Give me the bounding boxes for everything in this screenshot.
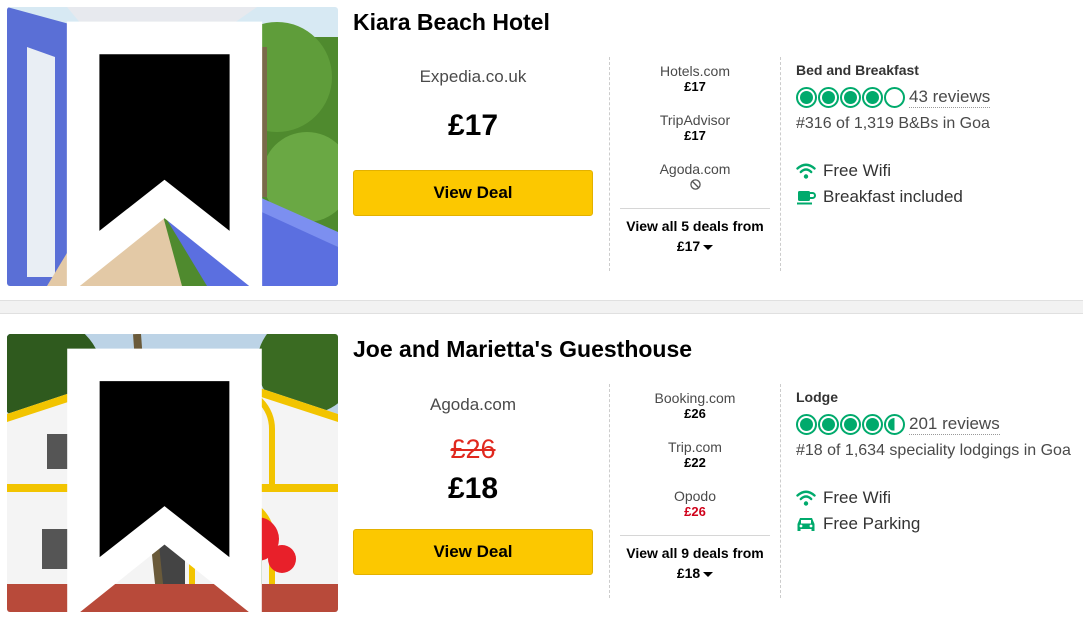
amenities: Free Wifi Free Parking	[796, 485, 1081, 537]
offer-provider: Hotels.com	[659, 63, 731, 79]
offer-provider: Agoda.com	[659, 161, 731, 177]
main-offer: Expedia.co.uk £17 View Deal	[353, 66, 593, 216]
offer-item[interactable]: Hotels.com £17	[620, 63, 770, 112]
offer-item[interactable]: Booking.com £26	[620, 390, 770, 439]
hotel-card: Joe and Marietta's Guesthouse Agoda.com …	[0, 314, 1083, 619]
view-all-deals-link[interactable]: View all 9 deals from £18	[620, 543, 770, 583]
view-deal-button[interactable]: View Deal	[353, 170, 593, 216]
other-offers: Hotels.com £17 TripAdvisor £17 Agoda.com…	[620, 63, 770, 256]
reviews-link[interactable]: 43 reviews	[909, 87, 991, 108]
main-price: £17	[447, 109, 499, 142]
divider	[620, 535, 770, 536]
offer-price: £17	[684, 128, 706, 143]
offer-price: £26	[684, 504, 706, 519]
rating-bubble-empty	[884, 86, 905, 108]
bookmark-icon[interactable]	[7, 17, 330, 286]
rating-bubble-full	[862, 86, 883, 108]
view-all-text: View all 9 deals from	[626, 545, 764, 561]
view-all-deals-link[interactable]: View all 5 deals from £17	[620, 216, 770, 256]
card-separator	[0, 300, 1083, 314]
ranking-text: #18 of 1,634 speciality lodgings in Goa	[796, 442, 1071, 459]
main-provider: Expedia.co.uk	[419, 67, 527, 86]
offer-item[interactable]: Opodo £26	[620, 488, 770, 537]
divider	[780, 57, 781, 271]
rating-bubbles	[796, 86, 905, 108]
hotel-info: Bed and Breakfast 43 reviews #316 of 1,3…	[796, 62, 1081, 210]
property-type: Lodge	[796, 389, 838, 405]
rating-bubble-full	[862, 413, 883, 435]
amenity-label: Free Wifi	[823, 161, 891, 180]
view-all-price: £17	[676, 238, 701, 254]
offer-price: £17	[684, 79, 706, 94]
hotel-name[interactable]: Kiara Beach Hotel	[353, 9, 550, 36]
offer-provider: Trip.com	[668, 439, 722, 455]
hotel-card: Kiara Beach Hotel Expedia.co.uk £17 View…	[0, 0, 1083, 300]
offer-item[interactable]: Trip.com £22	[620, 439, 770, 488]
hotel-photo[interactable]	[7, 334, 338, 612]
divider	[609, 57, 610, 271]
view-all-price: £18	[676, 565, 701, 581]
offer-provider: Opodo	[673, 488, 717, 504]
no-entry-icon	[689, 179, 701, 190]
main-provider: Agoda.com	[430, 395, 516, 414]
rating-bubble-half	[884, 413, 905, 435]
coffee-cup-icon	[797, 191, 816, 205]
reviews-link[interactable]: 201 reviews	[909, 414, 1000, 435]
bookmark-icon[interactable]	[7, 344, 330, 612]
rating-row: 43 reviews	[796, 84, 1081, 110]
rating-bubbles	[796, 413, 905, 435]
hotel-info: Lodge 201 reviews #18 of 1,634 specialit…	[796, 389, 1081, 537]
rating-bubble-full	[796, 86, 817, 108]
offer-item[interactable]: Agoda.com	[620, 161, 770, 210]
amenity-label: Breakfast included	[823, 187, 963, 206]
view-deal-button[interactable]: View Deal	[353, 529, 593, 575]
amenity-item: Free Wifi	[796, 158, 1081, 184]
rating-bubble-full	[796, 413, 817, 435]
offer-item[interactable]: TripAdvisor £17	[620, 112, 770, 161]
ranking-text: #316 of 1,319 B&Bs in Goa	[796, 115, 990, 132]
rating-bubble-full	[818, 86, 839, 108]
main-price: £18	[447, 472, 499, 505]
offer-provider: TripAdvisor	[659, 112, 731, 128]
offer-price: £26	[684, 406, 706, 421]
amenity-item: Breakfast included	[796, 184, 1081, 210]
other-offers: Booking.com £26 Trip.com £22 Opodo £26 V…	[620, 390, 770, 583]
caret-down-icon	[703, 571, 714, 577]
wifi-icon	[796, 163, 816, 179]
hotel-name[interactable]: Joe and Marietta's Guesthouse	[353, 336, 692, 363]
property-type: Bed and Breakfast	[796, 62, 919, 78]
rating-bubble-full	[818, 413, 839, 435]
amenity-item: Free Wifi	[796, 485, 1081, 511]
amenity-label: Free Parking	[823, 514, 921, 533]
divider	[609, 384, 610, 598]
rating-bubble-full	[840, 86, 861, 108]
caret-down-icon	[703, 244, 714, 250]
offer-price: £22	[684, 455, 706, 470]
hotel-photo[interactable]	[7, 7, 338, 286]
amenity-item: Free Parking	[796, 511, 1081, 537]
rating-bubble-full	[840, 413, 861, 435]
main-offer: Agoda.com £26 £18 View Deal	[353, 394, 593, 575]
car-icon	[797, 518, 815, 531]
offer-provider: Booking.com	[654, 390, 736, 406]
rating-row: 201 reviews	[796, 411, 1081, 437]
original-price: £26	[450, 434, 496, 464]
amenities: Free Wifi Breakfast included	[796, 158, 1081, 210]
divider	[620, 208, 770, 209]
wifi-icon	[796, 490, 816, 506]
amenity-label: Free Wifi	[823, 488, 891, 507]
divider	[780, 384, 781, 598]
view-all-text: View all 5 deals from	[626, 218, 764, 234]
